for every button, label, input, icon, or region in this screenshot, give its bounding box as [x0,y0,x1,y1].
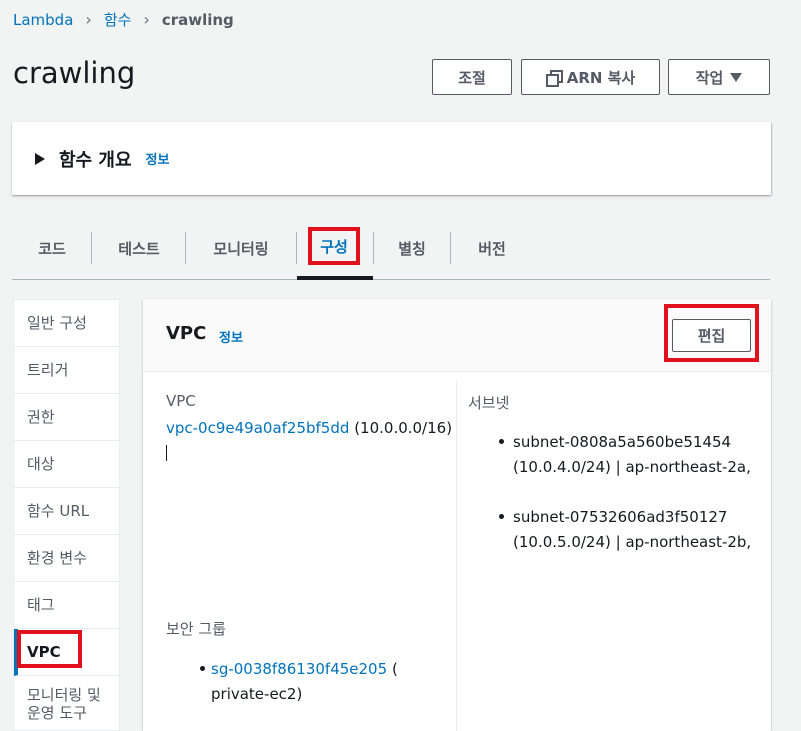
subnet-detail-1: (10.0.4.0/24) | ap-northeast-2a, [513,458,751,476]
security-group-link[interactable]: sg-0038f86130f45e205 [211,660,387,678]
vpc-id-link[interactable]: vpc-0c9e49a0af25bf5dd [166,419,349,437]
subnet-link-1[interactable]: subnet-0808a5a560be51454 [513,430,731,454]
copy-icon [545,70,563,87]
copy-arn-label: ARN 복사 [566,68,636,87]
sidenav-item-general[interactable]: 일반 구성 [14,300,120,347]
throttle-button-label: 조절 [458,68,486,87]
security-group-item: sg-0038f86130f45e205 ( [211,657,398,681]
chevron-right-icon: › [143,10,150,29]
tab-code[interactable]: 코드 [12,230,92,266]
sidenav-item-monitoring-tools[interactable]: 모니터링 및 운영 도구 [14,676,109,731]
text-cursor [166,445,167,461]
throttle-button[interactable]: 조절 [432,59,512,95]
copy-arn-button[interactable]: ARN 복사 [521,59,660,95]
list-bullet [499,439,504,444]
overview-info-link[interactable]: 정보 [146,149,170,168]
breadcrumb: Lambda › 함수 › crawling [13,9,234,30]
breadcrumb-lambda-link[interactable]: Lambda [13,11,73,29]
edit-highlight-box: 편집 [664,304,759,362]
sidenav-item-destinations[interactable]: 대상 [14,441,120,488]
list-bullet [200,666,205,671]
subnets-label: 서브넷 [468,394,510,412]
security-group-name: private-ec2) [211,685,303,703]
security-groups-label: 보안 그룹 [166,620,226,638]
tab-monitoring[interactable]: 모니터링 [186,230,296,266]
vpc-info-link[interactable]: 정보 [219,327,243,346]
sidenav-item-function-url[interactable]: 함수 URL [14,488,120,535]
security-group-paren: ( [391,660,398,678]
sidenav-item-env-vars[interactable]: 환경 변수 [14,535,120,582]
page-title: crawling [13,56,136,90]
vpc-panel-header: VPC 정보 편집 [143,299,771,372]
sidenav-item-tags[interactable]: 태그 [14,582,120,629]
vpc-panel-title: VPC [166,323,207,344]
chevron-right-icon: › [85,10,92,29]
tab-aliases[interactable]: 별칭 [374,230,450,266]
list-bullet [499,514,504,519]
vpc-value: vpc-0c9e49a0af25bf5dd (10.0.0.0/16) [166,416,452,440]
column-divider [456,380,457,731]
breadcrumb-functions-link[interactable]: 함수 [104,9,132,30]
vpc-highlight-box [17,630,82,668]
sidenav-item-permissions[interactable]: 권한 [14,394,120,441]
expand-caret-icon[interactable] [35,152,45,165]
subnet-detail-2: (10.0.5.0/24) | ap-northeast-2b, [513,533,752,551]
sidenav-item-triggers[interactable]: 트리거 [14,347,120,394]
tab-divider [296,232,297,264]
function-overview-title[interactable]: 함수 개요 [59,146,132,172]
active-tab-indicator [297,276,373,280]
subnet-link-2[interactable]: subnet-07532606ad3f50127 [513,505,727,529]
breadcrumb-current: crawling [161,10,234,29]
actions-dropdown-button[interactable]: 작업 [668,59,770,95]
vpc-field-label: VPC [166,392,196,410]
actions-label: 작업 [695,68,724,87]
tab-test[interactable]: 테스트 [92,230,186,266]
edit-button[interactable]: 편집 [672,319,751,352]
function-tabs: 코드 테스트 모니터링 구성 별칭 버전 [12,226,770,280]
function-overview-panel: 함수 개요 정보 [12,122,771,195]
tab-configuration[interactable]: 구성 [308,227,360,265]
vpc-panel: VPC 정보 편집 VPC vpc-0c9e49a0af25bf5dd (10.… [143,299,771,731]
vpc-cidr: (10.0.0.0/16) [354,419,453,437]
tab-versions[interactable]: 버전 [451,230,533,266]
caret-down-icon [730,72,743,82]
